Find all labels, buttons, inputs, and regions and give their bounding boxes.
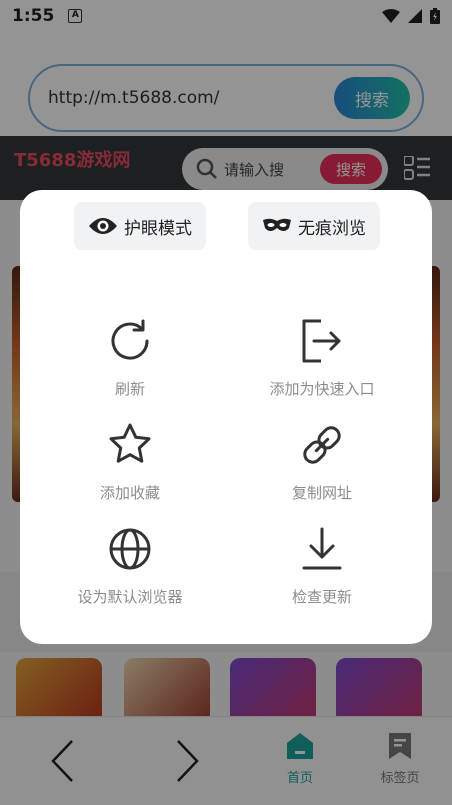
copy-url-label: 复制网址 (291, 484, 352, 502)
add-shortcut-label: 添加为快速入口 (269, 380, 375, 398)
add-shortcut-button[interactable]: 添加为快速入口 (232, 318, 412, 399)
add-favorite-label: 添加收藏 (99, 484, 160, 502)
incognito-label: 无痕浏览 (298, 218, 366, 239)
copy-url-button[interactable]: 复制网址 (232, 422, 412, 503)
refresh-icon (107, 318, 153, 364)
set-default-browser-label: 设为默认浏览器 (77, 588, 183, 606)
add-shortcut-icon (299, 318, 345, 364)
eye-mode-button[interactable]: 护眼模式 (74, 202, 206, 250)
incognito-button[interactable]: 无痕浏览 (248, 202, 380, 250)
eye-icon (88, 216, 118, 236)
set-default-browser-button[interactable]: 设为默认浏览器 (40, 526, 220, 607)
add-favorite-button[interactable]: 添加收藏 (40, 422, 220, 503)
refresh-button[interactable]: 刷新 (40, 318, 220, 399)
check-update-label: 检查更新 (291, 588, 352, 606)
refresh-label: 刷新 (114, 380, 145, 398)
star-icon (107, 422, 153, 468)
link-icon (299, 422, 345, 468)
download-icon (299, 526, 345, 572)
eye-mode-label: 护眼模式 (124, 218, 192, 239)
check-update-button[interactable]: 检查更新 (232, 526, 412, 607)
browser-menu-dialog: 护眼模式 无痕浏览 刷新 添加为快速入口 添加收藏 复制网址 设为默认浏览器 检… (20, 190, 432, 644)
globe-icon (107, 526, 153, 572)
incognito-mask-icon (262, 216, 292, 236)
